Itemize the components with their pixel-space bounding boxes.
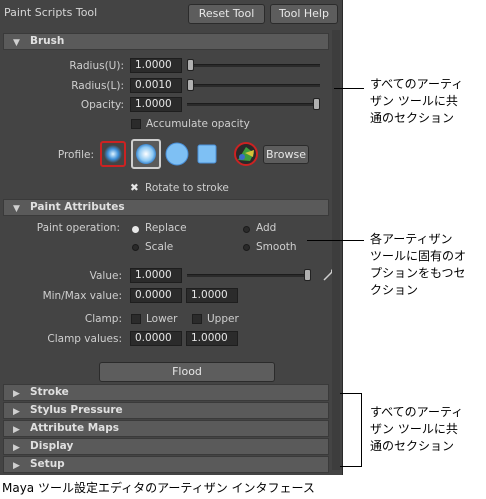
setup-section-header[interactable]: ▶ Setup bbox=[3, 456, 329, 473]
paint-operation-label: Paint operation: bbox=[36, 222, 120, 234]
clamp-lower-checkbox[interactable] bbox=[131, 314, 141, 324]
rotate-to-stroke-label: Rotate to stroke bbox=[145, 182, 229, 194]
annotation-common-top: すべてのアーティ ザン ツールに共 通のセクション bbox=[370, 77, 464, 125]
brush-header-label: Brush bbox=[30, 35, 65, 47]
radius-l-label: Radius(L): bbox=[71, 80, 124, 92]
profile-solid-circle-button[interactable] bbox=[164, 141, 190, 167]
profile-square-button[interactable] bbox=[194, 141, 220, 167]
profile-gaussian-button[interactable] bbox=[100, 141, 126, 167]
collapse-arrow-icon: ▼ bbox=[13, 38, 20, 48]
rotate-to-stroke-checkbox[interactable]: ✖ bbox=[130, 182, 139, 194]
opacity-slider[interactable] bbox=[187, 103, 320, 106]
profile-label: Profile: bbox=[57, 149, 94, 161]
clamp-upper-checkbox[interactable] bbox=[192, 314, 202, 324]
tool-settings-panel: Paint Scripts Tool Reset Tool Tool Help … bbox=[0, 0, 343, 475]
radius-l-field[interactable]: 0.0010 bbox=[130, 78, 182, 93]
smooth-label: Smooth bbox=[256, 241, 297, 253]
annotation-common-bottom: すべてのアーティ ザン ツールに共 通のセクション bbox=[370, 405, 464, 453]
radio-add[interactable] bbox=[243, 226, 250, 233]
clamp-values-label: Clamp values: bbox=[47, 333, 122, 345]
expand-arrow-icon: ▶ bbox=[13, 389, 20, 399]
radius-u-slider-thumb[interactable] bbox=[187, 59, 194, 71]
tool-title: Paint Scripts Tool bbox=[4, 6, 98, 19]
scale-label: Scale bbox=[145, 241, 174, 253]
expand-arrow-icon: ▶ bbox=[13, 443, 20, 453]
value-slider[interactable] bbox=[187, 274, 310, 277]
callout-line-bottom-top bbox=[340, 393, 362, 394]
radius-u-slider[interactable] bbox=[187, 64, 320, 67]
stroke-header-label: Stroke bbox=[30, 386, 69, 398]
value-slider-thumb[interactable] bbox=[304, 269, 311, 281]
setup-header-label: Setup bbox=[30, 458, 65, 470]
display-section-header[interactable]: ▶ Display bbox=[3, 438, 329, 455]
tool-help-button[interactable]: Tool Help bbox=[270, 4, 338, 24]
display-header-label: Display bbox=[30, 440, 74, 452]
radio-smooth[interactable] bbox=[243, 244, 250, 251]
replace-label: Replace bbox=[145, 222, 187, 234]
clamp-max-field[interactable]: 1.0000 bbox=[186, 331, 238, 346]
flood-button[interactable]: Flood bbox=[99, 362, 275, 382]
expand-arrow-icon: ▶ bbox=[13, 407, 20, 417]
square-brush-icon bbox=[197, 144, 217, 164]
brush-section-header[interactable]: ▼ Brush bbox=[3, 33, 329, 50]
paint-attributes-section-header[interactable]: ▼ Paint Attributes bbox=[3, 199, 329, 216]
radius-l-slider[interactable] bbox=[187, 84, 320, 87]
opacity-field[interactable]: 1.0000 bbox=[130, 97, 182, 112]
figure-caption: Maya ツール設定エディタのアーティザン インタフェース bbox=[2, 481, 315, 495]
title-bar: Paint Scripts Tool Reset Tool Tool Help bbox=[0, 0, 343, 28]
annotation-tool-specific: 各アーティザン ツールに固有のオ プションをもつセ クション bbox=[370, 232, 467, 297]
opacity-slider-thumb[interactable] bbox=[313, 98, 320, 110]
callout-line-top bbox=[334, 88, 364, 89]
vertical-scrollbar[interactable] bbox=[332, 30, 340, 470]
browse-button[interactable]: Browse bbox=[263, 145, 309, 164]
clamp-lower-label: Lower bbox=[146, 313, 178, 325]
gaussian-brush-icon bbox=[104, 145, 122, 163]
opacity-label: Opacity: bbox=[80, 99, 124, 111]
min-value-field[interactable]: 0.0000 bbox=[130, 288, 182, 303]
attribute-maps-header-label: Attribute Maps bbox=[30, 422, 120, 434]
callout-line-bottom-vertical bbox=[361, 393, 362, 467]
clamp-upper-label: Upper bbox=[207, 313, 239, 325]
expand-arrow-icon: ▶ bbox=[13, 425, 20, 435]
paint-attributes-header-label: Paint Attributes bbox=[30, 201, 125, 213]
collapse-arrow-icon: ▼ bbox=[13, 204, 20, 214]
stylus-pressure-section-header[interactable]: ▶ Stylus Pressure bbox=[3, 402, 329, 419]
stroke-section-header[interactable]: ▶ Stroke bbox=[3, 384, 329, 401]
soft-brush-icon bbox=[136, 144, 156, 164]
value-field[interactable]: 1.0000 bbox=[130, 268, 182, 283]
attribute-maps-section-header[interactable]: ▶ Attribute Maps bbox=[3, 420, 329, 437]
callout-line-middle bbox=[307, 240, 364, 241]
solid-circle-brush-icon bbox=[165, 142, 189, 166]
min-max-label: Min/Max value: bbox=[42, 290, 122, 302]
radio-replace[interactable] bbox=[132, 226, 139, 233]
radio-scale[interactable] bbox=[132, 244, 139, 251]
expand-arrow-icon: ▶ bbox=[13, 461, 20, 471]
stylus-pressure-header-label: Stylus Pressure bbox=[30, 404, 123, 416]
radius-u-label: Radius(U): bbox=[69, 60, 124, 72]
clamp-label: Clamp: bbox=[84, 313, 122, 325]
clamp-min-field[interactable]: 0.0000 bbox=[130, 331, 182, 346]
radius-u-field[interactable]: 1.0000 bbox=[130, 58, 182, 73]
profile-soft-button[interactable] bbox=[131, 139, 161, 169]
value-label: Value: bbox=[89, 270, 122, 282]
callout-line-bottom-end bbox=[340, 466, 362, 467]
max-value-field[interactable]: 1.0000 bbox=[186, 288, 238, 303]
reset-tool-button[interactable]: Reset Tool bbox=[188, 4, 265, 24]
profile-file-texture-button[interactable] bbox=[233, 141, 259, 167]
radius-l-slider-thumb[interactable] bbox=[187, 79, 194, 91]
file-texture-icon bbox=[234, 142, 258, 166]
accumulate-opacity-label: Accumulate opacity bbox=[146, 118, 250, 130]
accumulate-opacity-checkbox[interactable] bbox=[131, 119, 141, 129]
add-label: Add bbox=[256, 222, 277, 234]
